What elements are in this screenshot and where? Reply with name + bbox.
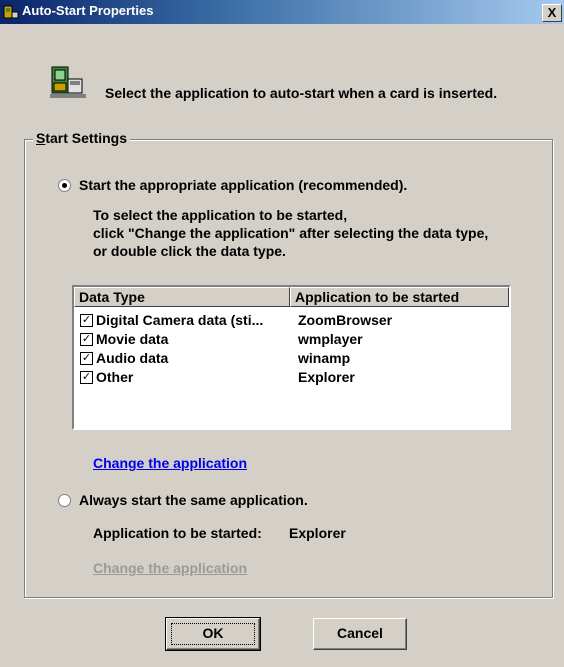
application-to-start-value: Explorer [289,525,346,541]
help-text-line-3: or double click the data type. [93,243,286,259]
group-label-access-key: S [36,130,46,146]
radio-appropriate-application[interactable] [58,179,71,192]
application-cell: Explorer [298,369,355,385]
data-type-cell: Other [96,369,134,385]
help-text-line-1: To select the application to be started, [93,207,348,223]
change-application-link-disabled: Change the application [93,560,248,576]
ok-button[interactable]: OK [165,617,261,651]
instruction-text: Select the application to auto-start whe… [105,85,498,101]
close-button[interactable]: X [542,4,562,22]
data-type-list[interactable]: Data Type Application to be started ✓ Di… [72,285,511,430]
card-reader-icon [50,66,86,98]
application-to-start-label: Application to be started: [93,525,262,541]
cancel-button-label: Cancel [337,625,383,641]
cancel-button[interactable]: Cancel [313,618,407,650]
application-cell: ZoomBrowser [298,312,393,328]
list-item[interactable]: ✓ Audio data winamp [74,349,509,369]
option-appropriate-label: Start the appropriate application (recom… [79,177,408,193]
checkbox-movie-data[interactable]: ✓ [80,333,93,346]
checkbox-audio-data[interactable]: ✓ [80,352,93,365]
application-cell: wmplayer [298,331,363,347]
start-settings-label: Start Settings [33,130,131,146]
window-title: Auto-Start Properties [22,3,154,18]
option-same-application-label: Always start the same application. [79,492,308,508]
checkbox-digital-camera[interactable]: ✓ [80,314,93,327]
data-type-cell: Digital Camera data (sti... [96,312,264,328]
help-text-line-2: click "Change the application" after sel… [93,225,489,241]
app-window-icon [3,5,19,19]
list-item[interactable]: ✓ Digital Camera data (sti... ZoomBrowse… [74,311,509,331]
column-header-application[interactable]: Application to be started [290,287,509,307]
radio-same-application[interactable] [58,494,71,507]
radio-selected-dot [62,183,67,188]
data-type-cell: Movie data [96,331,169,347]
checkbox-other[interactable]: ✓ [80,371,93,384]
application-cell: winamp [298,350,351,366]
change-application-link[interactable]: Change the application [93,455,247,471]
data-type-cell: Audio data [96,350,169,366]
list-item[interactable]: ✓ Movie data wmplayer [74,330,509,350]
focus-rectangle [171,623,255,645]
list-item[interactable]: ✓ Other Explorer [74,368,509,388]
title-bar[interactable]: Auto-Start Properties X [0,0,564,24]
column-header-data-type[interactable]: Data Type [74,287,290,307]
group-label-text: tart Settings [45,130,128,146]
